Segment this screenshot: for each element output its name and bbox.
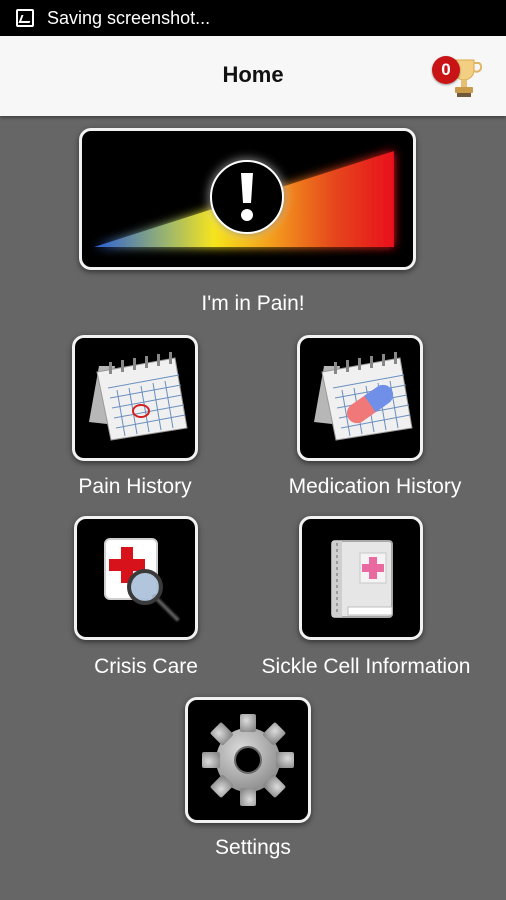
gear-icon bbox=[202, 714, 294, 806]
pain-history-label: Pain History bbox=[78, 475, 192, 498]
calendar-pill-icon bbox=[314, 352, 413, 441]
medication-history-label: Medication History bbox=[288, 475, 462, 498]
page-title: Home bbox=[222, 62, 284, 87]
screenshot-icon bbox=[16, 9, 34, 27]
crisis-care-label: Crisis Care bbox=[94, 655, 198, 678]
sickle-cell-information-label: Sickle Cell Information bbox=[261, 655, 471, 678]
medical-book-icon bbox=[331, 540, 393, 618]
crisis-care-button[interactable] bbox=[74, 516, 198, 640]
medication-history-button[interactable] bbox=[297, 335, 423, 461]
settings-label: Settings bbox=[215, 836, 291, 859]
pain-history-button[interactable] bbox=[72, 335, 198, 461]
medical-magnifier-icon bbox=[104, 538, 180, 622]
im-in-pain-label: I'm in Pain! bbox=[201, 292, 305, 315]
im-in-pain-button[interactable] bbox=[79, 128, 416, 270]
sickle-cell-information-button[interactable] bbox=[299, 516, 423, 640]
status-text: Saving screenshot... bbox=[47, 7, 211, 28]
trophy-count-badge: 0 bbox=[432, 56, 460, 84]
trophy-button[interactable]: 0 bbox=[432, 54, 482, 100]
pain-scale-alert-icon bbox=[94, 151, 394, 247]
calendar-circled-icon bbox=[89, 352, 188, 441]
app-bar: Home 0 bbox=[0, 36, 506, 116]
settings-button[interactable] bbox=[185, 697, 311, 823]
status-bar: Saving screenshot... bbox=[0, 0, 506, 36]
